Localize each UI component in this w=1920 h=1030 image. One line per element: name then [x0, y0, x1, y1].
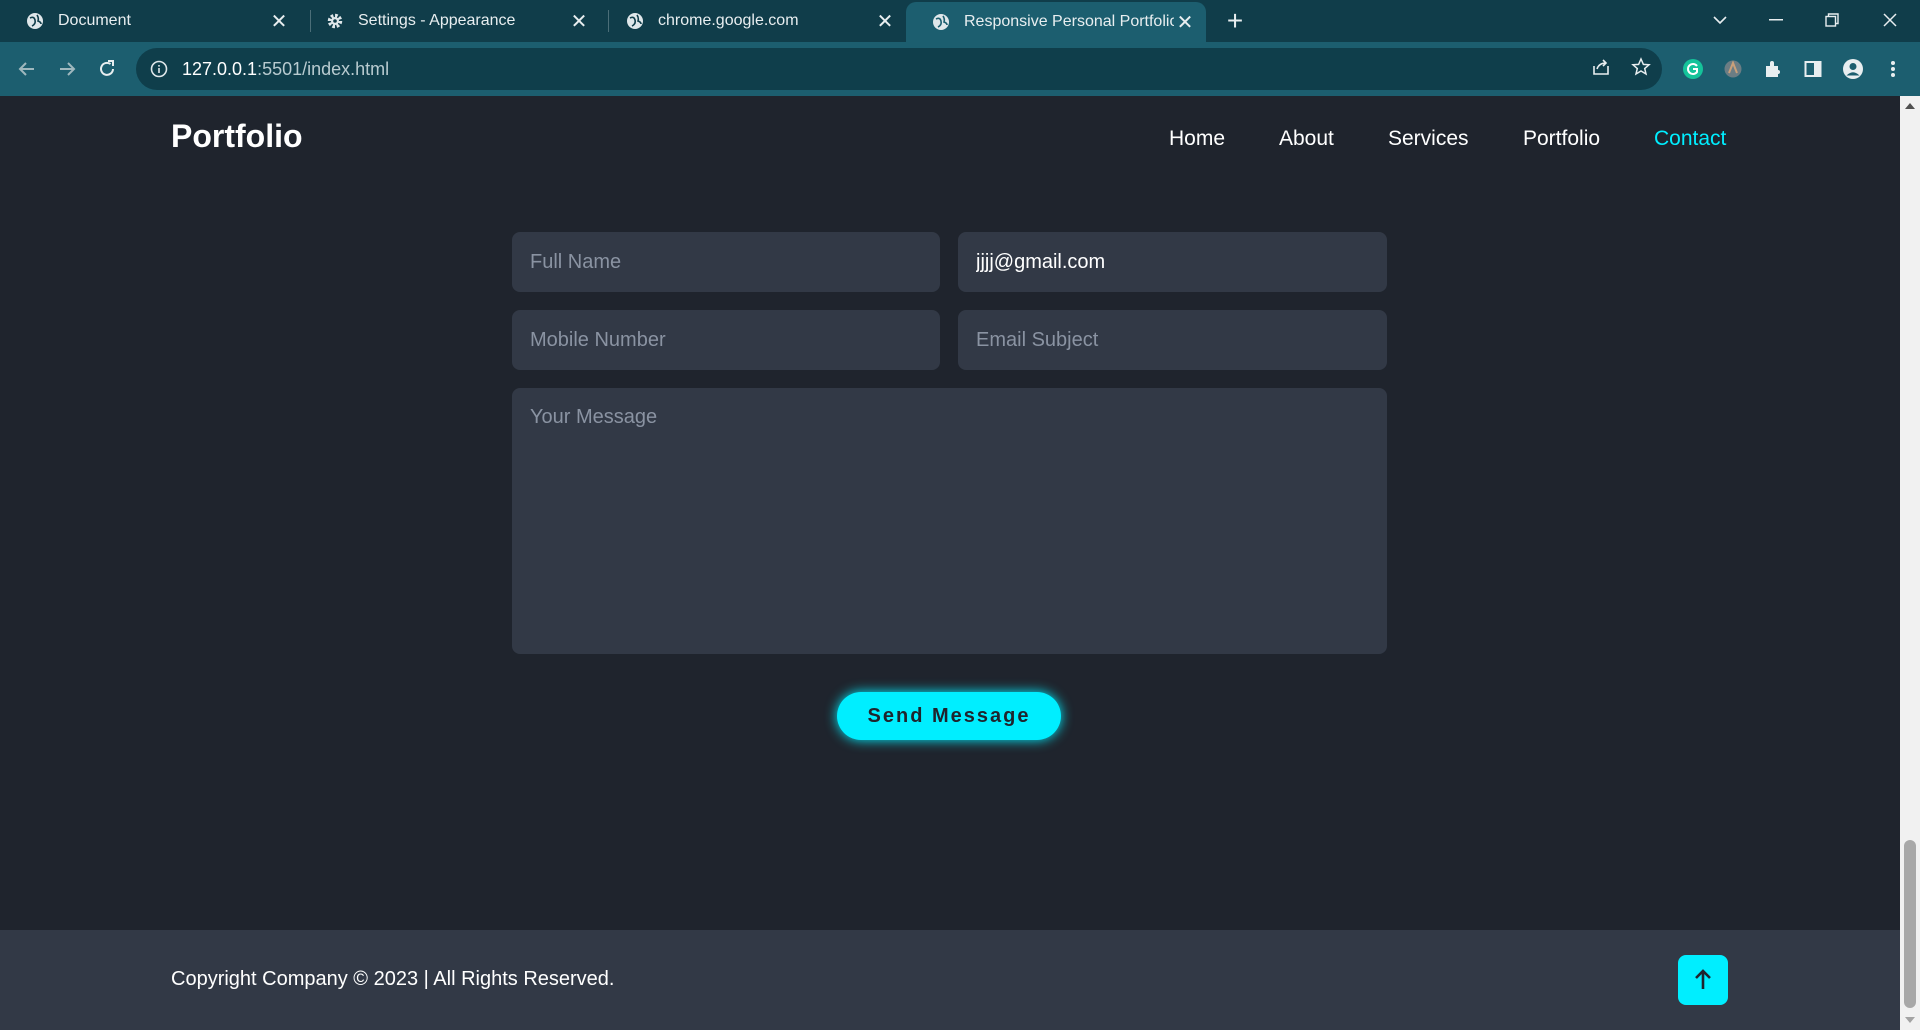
share-icon[interactable]: [1588, 54, 1614, 80]
close-icon[interactable]: ✕: [568, 10, 590, 33]
email-subject-input[interactable]: [958, 310, 1387, 370]
close-icon[interactable]: ✕: [268, 10, 290, 33]
minimize-icon: [1769, 19, 1783, 21]
page-scrollbar[interactable]: [1900, 96, 1920, 1030]
close-icon[interactable]: ✕: [874, 10, 896, 33]
tab-chrome-google[interactable]: chrome.google.com ✕: [600, 0, 906, 42]
tab-title: chrome.google.com: [658, 12, 799, 29]
browser-toolbar: 127.0.0.1:5501/index.html: [0, 42, 1920, 96]
reload-icon: [100, 60, 114, 76]
email-input[interactable]: [958, 232, 1387, 292]
kebab-menu-icon[interactable]: [1878, 54, 1908, 84]
close-icon: [1883, 13, 1897, 27]
side-panel-icon[interactable]: [1798, 54, 1828, 84]
reload-button[interactable]: [92, 54, 122, 84]
minimize-button[interactable]: [1748, 0, 1804, 40]
forward-button[interactable]: [52, 54, 82, 84]
tab-settings[interactable]: Settings - Appearance ✕: [300, 0, 600, 42]
message-textarea[interactable]: [512, 388, 1387, 654]
nav-about[interactable]: About: [1279, 127, 1334, 151]
new-tab-button[interactable]: +: [1220, 5, 1250, 36]
nav-contact[interactable]: Contact: [1654, 127, 1726, 151]
bookmark-star-icon[interactable]: [1628, 54, 1654, 80]
globe-icon: [626, 12, 644, 30]
profile-avatar-icon[interactable]: [1838, 54, 1868, 84]
site-footer: Copyright Company © 2023 | All Rights Re…: [0, 930, 1900, 1030]
chevron-down-icon: [1713, 16, 1727, 25]
restore-button[interactable]: [1804, 0, 1860, 40]
tab-title: Responsive Personal Portfolio W: [964, 13, 1174, 30]
page-viewport: Portfolio Home About Services Portfolio …: [0, 96, 1900, 1030]
mobile-number-input[interactable]: [512, 310, 940, 370]
tab-search-button[interactable]: [1692, 0, 1748, 40]
gear-icon: [326, 12, 344, 30]
nav-services[interactable]: Services: [1388, 127, 1469, 151]
arrow-right-icon: [60, 62, 76, 76]
arrow-up-icon: [1695, 969, 1711, 989]
grammarly-extension-icon[interactable]: [1678, 54, 1708, 84]
tab-document[interactable]: Document ✕: [0, 0, 300, 42]
extension-icon[interactable]: [1718, 54, 1748, 84]
tab-title: Document: [58, 12, 131, 29]
site-info-icon[interactable]: [150, 60, 168, 78]
site-header: Portfolio Home About Services Portfolio …: [0, 96, 1900, 182]
close-icon[interactable]: ✕: [1174, 11, 1196, 34]
puzzle-extensions-icon[interactable]: [1758, 54, 1788, 84]
tab-portfolio-active[interactable]: Responsive Personal Portfolio W ✕: [906, 2, 1206, 42]
scrollbar-thumb[interactable]: [1904, 840, 1916, 1008]
scroll-down-arrow-icon[interactable]: [1904, 1014, 1916, 1026]
url-text: 127.0.0.1:5501/index.html: [182, 58, 390, 79]
nav-home[interactable]: Home: [1169, 127, 1225, 151]
send-message-button[interactable]: Send Message: [837, 692, 1061, 740]
nav-portfolio[interactable]: Portfolio: [1523, 127, 1600, 151]
globe-icon: [932, 13, 950, 31]
globe-icon: [26, 12, 44, 30]
close-window-button[interactable]: [1862, 0, 1918, 40]
full-name-input[interactable]: [512, 232, 940, 292]
logo[interactable]: Portfolio: [171, 118, 303, 155]
scroll-up-arrow-icon[interactable]: [1904, 100, 1916, 112]
restore-icon: [1825, 13, 1839, 27]
copyright-text: Copyright Company © 2023 | All Rights Re…: [171, 968, 615, 990]
arrow-left-icon: [18, 62, 34, 76]
back-button[interactable]: [12, 54, 42, 84]
tab-title: Settings - Appearance: [358, 12, 516, 29]
back-to-top-button[interactable]: [1678, 955, 1728, 1005]
address-bar[interactable]: 127.0.0.1:5501/index.html: [136, 48, 1662, 90]
browser-tab-strip: Document ✕ Settings - Appearance ✕ chrom…: [0, 0, 1920, 42]
